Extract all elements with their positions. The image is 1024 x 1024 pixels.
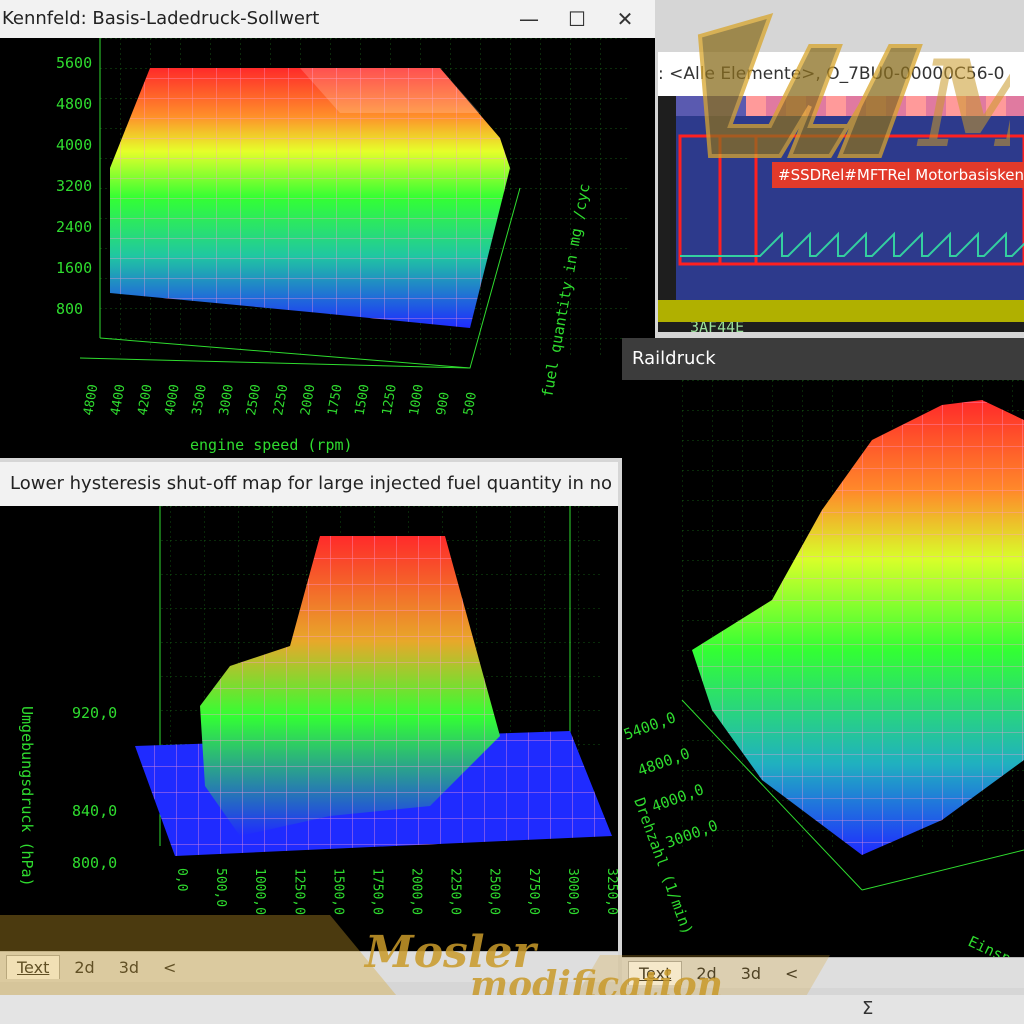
boost-map-window: Kennfeld: Basis-Ladedruck-Sollwert — ☐ ✕ <box>0 0 655 458</box>
raildruck-title: Raildruck <box>632 348 716 369</box>
x-tick-label: 3000 <box>217 383 237 416</box>
x-tick-label: 500 <box>461 391 480 417</box>
hysteresis-plot[interactable]: 920,0 840,0 800,0 0,0 500,0 1000,0 1250,0 1500… <box>0 506 618 952</box>
logo-letter: M <box>916 34 1010 166</box>
x-tick-label: 1000 <box>407 383 427 416</box>
z-tick-label: 840,0 <box>72 802 117 820</box>
raildruck-window: Raildruck 5400,0 4800,0 4000,0 3000,0 Dr… <box>622 338 1024 988</box>
x-tick-label: 3000,0 <box>565 868 580 915</box>
x-tick-label: 4400 <box>108 383 128 416</box>
x-tick-label: 3250,0 <box>604 868 618 915</box>
z-tick-label: 800,0 <box>72 854 117 872</box>
boost-map-plot[interactable]: 5600 4800 4000 3200 2400 1600 800 4800 4400 4200… <box>0 38 655 458</box>
z-tick-label: 3200 <box>56 177 92 195</box>
x-tick-label: 1750 <box>325 383 345 416</box>
x-tick-label: 3500 <box>190 383 210 416</box>
x-tick-label: 4200 <box>135 383 155 416</box>
z-tick-label: 4000 <box>56 136 92 154</box>
x-tick-label: 2000,0 <box>409 868 424 915</box>
x-tick-label: 0,0 <box>174 868 189 891</box>
raildruck-3d-surface: 5400,04800,04000,03000,0 Drehzahl (1/min… <box>622 380 1024 958</box>
x-tick-label: 4000 <box>163 383 183 416</box>
z-tick-label: 4800 <box>56 95 92 113</box>
y-tick-label: 5400,0 <box>622 708 678 743</box>
x-tick-label: 1500 <box>353 383 373 416</box>
x-tick-label: 1250 <box>380 383 400 416</box>
x-axis-label: engine speed (rpm) <box>190 436 353 454</box>
mosler-logo: M <box>697 13 1010 166</box>
x-tick-label: 2500 <box>244 383 264 416</box>
x-tick-label: 4800 <box>81 383 101 416</box>
x-tick-label: 500,0 <box>213 868 228 907</box>
z-tick-label: 1600 <box>56 259 92 277</box>
x-tick-label: 2500,0 <box>487 868 502 915</box>
minimize-button[interactable]: — <box>505 0 553 38</box>
hysteresis-3d-surface: 920,0 840,0 800,0 0,0 500,0 1000,0 1250,0 1500… <box>18 506 618 915</box>
x-tick-label: 1250,0 <box>291 868 306 915</box>
x-tick-label: 1750,0 <box>369 868 384 915</box>
hysteresis-title: Lower hysteresis shut-off map for large … <box>10 473 613 494</box>
close-button[interactable]: ✕ <box>601 0 649 38</box>
z-tick-label: 5600 <box>56 54 92 72</box>
minimize-icon: — <box>519 7 539 31</box>
close-icon: ✕ <box>616 7 634 31</box>
x-tick-label: 900 <box>434 391 453 417</box>
x-tick-label: 2250,0 <box>448 868 463 915</box>
boost-map-3d-surface: 5600 4800 4000 3200 2400 1600 800 4800 4400 4200… <box>56 38 630 454</box>
raildruck-titlebar[interactable]: Raildruck <box>622 338 1024 380</box>
maximize-button[interactable]: ☐ <box>553 0 601 38</box>
z-tick-label: 2400 <box>56 218 92 236</box>
x-tick-label: 1000,0 <box>252 868 267 915</box>
z-tick-label: 920,0 <box>72 704 117 722</box>
boost-map-title: Kennfeld: Basis-Ladedruck-Sollwert <box>2 8 320 29</box>
x-tick-label: 2750,0 <box>526 868 541 915</box>
sigma-icon[interactable]: Σ <box>862 998 873 1019</box>
z-axis-label: Umgebungsdruck (hPa) <box>18 706 36 887</box>
boost-map-titlebar[interactable]: Kennfeld: Basis-Ladedruck-Sollwert — ☐ ✕ <box>0 0 655 38</box>
x-tick-label: 1500,0 <box>330 868 345 915</box>
x-tick-label: 2000 <box>298 383 318 416</box>
hysteresis-map-window: Lower hysteresis shut-off map for large … <box>0 462 618 982</box>
raildruck-plot[interactable]: 5400,0 4800,0 4000,0 3000,0 Drehzahl (1/min… <box>622 380 1024 958</box>
x-tick-label: 2250 <box>271 383 291 416</box>
maximize-icon: ☐ <box>568 7 586 31</box>
hysteresis-titlebar[interactable]: Lower hysteresis shut-off map for large … <box>0 462 618 506</box>
trace-footer-bar <box>658 300 1024 322</box>
z-tick-label: 800 <box>56 300 83 318</box>
